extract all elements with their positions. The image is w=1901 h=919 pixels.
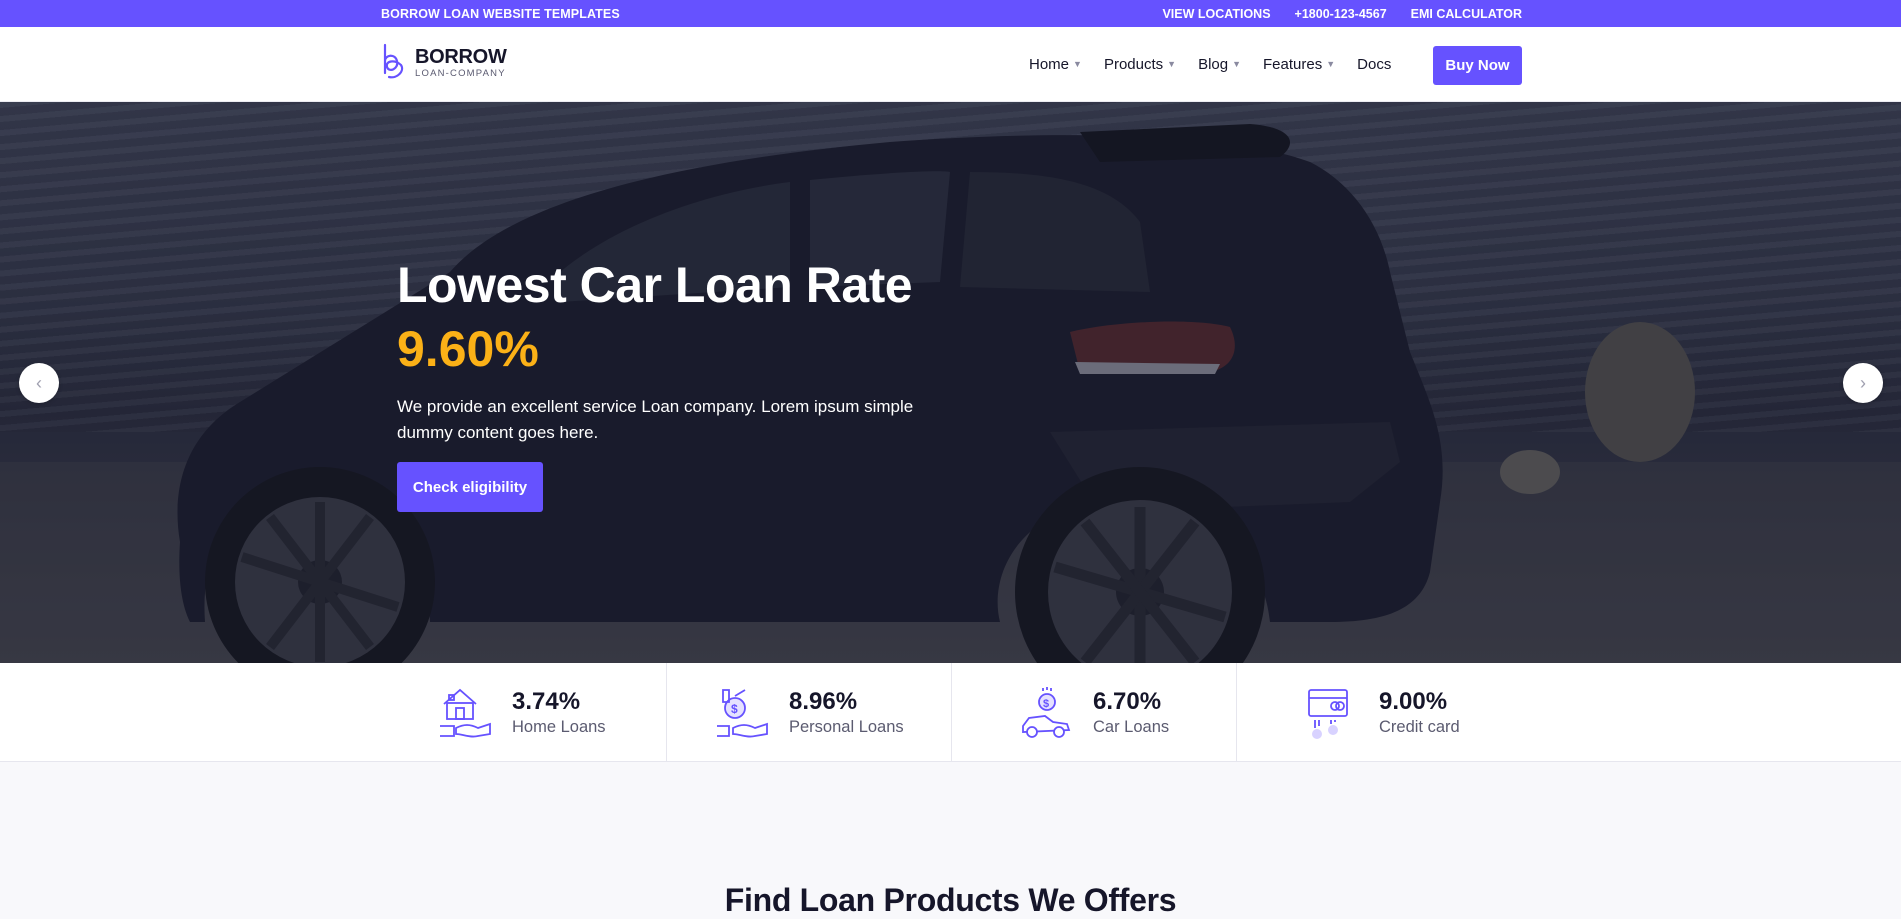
rate-value: 9.00% xyxy=(1379,687,1448,715)
view-locations-link[interactable]: VIEW LOCATIONS xyxy=(1162,7,1270,21)
nav-item-features[interactable]: Features ▼ xyxy=(1263,56,1335,73)
nav-item-blog[interactable]: Blog ▼ xyxy=(1198,56,1241,73)
rate-item-car-loans[interactable]: $ 6.70% Car Loans xyxy=(952,663,1237,762)
chevron-down-icon: ▼ xyxy=(1326,59,1336,69)
phone-link[interactable]: +1800-123-4567 xyxy=(1295,7,1387,21)
nav-item-products[interactable]: Products ▼ xyxy=(1104,56,1176,73)
chevron-down-icon: ▼ xyxy=(1073,59,1082,69)
money-hand-icon: $ xyxy=(717,688,768,737)
nav-item-label: Blog xyxy=(1198,55,1229,73)
hero-title: Lowest Car Loan Rate xyxy=(397,257,913,313)
rate-label: Credit card xyxy=(1379,717,1460,736)
top-bar: BORROW LOAN WEBSITE TEMPLATES VIEW LOCAT… xyxy=(0,0,1901,27)
hero-rate: 9.60% xyxy=(397,321,539,377)
credit-card-icon xyxy=(1308,688,1348,739)
nav-item-label: Products xyxy=(1103,55,1164,73)
nav-menu: Home ▼ Products ▼ Blog ▼ Features ▼ Docs xyxy=(1029,27,1413,101)
chevron-down-icon: ▼ xyxy=(1167,59,1177,69)
loan-rates-strip: 3.74% Home Loans $ 8.96% Personal Loans … xyxy=(0,663,1901,762)
hero-description: We provide an excellent service Loan com… xyxy=(397,397,914,442)
car-money-icon: $ xyxy=(1022,686,1071,738)
rate-value: 6.70% xyxy=(1093,687,1162,715)
section-title: Find Loan Products We Offers xyxy=(724,882,1177,918)
chevron-left-icon[interactable]: ‹ xyxy=(19,363,59,403)
svg-text:$: $ xyxy=(731,702,738,716)
rate-value: 3.74% xyxy=(512,687,581,715)
house-hand-icon xyxy=(440,688,491,737)
nav-item-label: Features xyxy=(1263,55,1323,73)
rate-item-personal-loans[interactable]: $ 8.96% Personal Loans xyxy=(667,663,952,762)
hero-slider: Lowest Car Loan Rate 9.60% We provide an… xyxy=(0,102,1901,663)
nav-item-home[interactable]: Home ▼ xyxy=(1029,56,1082,73)
rate-value: 8.96% xyxy=(789,687,858,715)
logo-icon xyxy=(383,43,404,79)
chevron-down-icon: ▼ xyxy=(1232,59,1242,69)
rate-item-credit-card[interactable]: 9.00% Credit card xyxy=(1237,663,1517,762)
svg-text:$: $ xyxy=(1043,698,1049,710)
rate-item-home-loans[interactable]: 3.74% Home Loans xyxy=(438,663,667,762)
nav-item-label: Home xyxy=(1029,55,1070,73)
emi-calculator-link[interactable]: EMI CALCULATOR xyxy=(1411,7,1522,21)
main-navbar: BORROW LOAN-COMPANY Home ▼ Products ▼ Bl… xyxy=(0,27,1901,102)
brand-name: BORROW xyxy=(415,46,507,69)
brand-subtitle: LOAN-COMPANY xyxy=(415,68,506,80)
logo[interactable]: BORROW LOAN-COMPANY xyxy=(381,43,507,83)
chevron-right-icon[interactable]: › xyxy=(1843,363,1883,403)
check-eligibility-button[interactable]: Check eligibility xyxy=(397,462,543,512)
top-bar-tagline: BORROW LOAN WEBSITE TEMPLATES xyxy=(381,7,620,21)
rate-label: Car Loans xyxy=(1093,717,1170,736)
rate-label: Personal Loans xyxy=(789,717,904,736)
buy-now-button[interactable]: Buy Now xyxy=(1433,46,1522,85)
hero-overlay xyxy=(0,102,1901,663)
nav-item-label: Docs xyxy=(1357,55,1392,73)
rate-label: Home Loans xyxy=(512,717,606,736)
nav-item-docs[interactable]: Docs xyxy=(1357,56,1391,73)
top-bar-links: VIEW LOCATIONS +1800-123-4567 EMI CALCUL… xyxy=(1162,7,1522,21)
